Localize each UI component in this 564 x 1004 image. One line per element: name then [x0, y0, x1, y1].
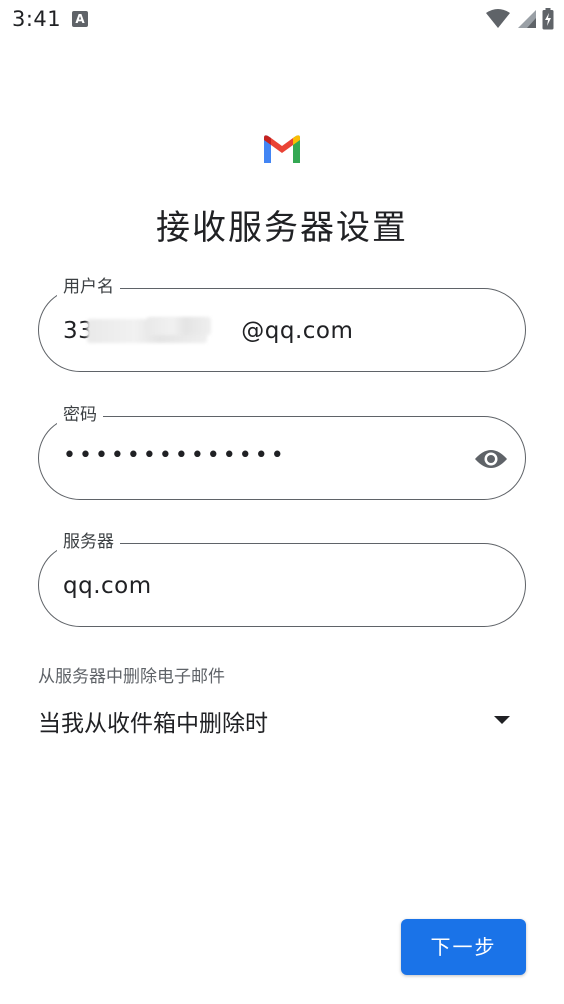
- status-icons: [486, 8, 554, 30]
- status-time: 3:41: [12, 7, 62, 31]
- redaction-mask: [147, 317, 211, 335]
- notification-icon: A: [72, 11, 88, 27]
- password-value[interactable]: ••••••••••••••: [63, 414, 287, 498]
- battery-charging-icon: [542, 8, 554, 30]
- eye-icon: [475, 450, 507, 468]
- show-password-button[interactable]: [473, 441, 509, 477]
- cell-signal-icon: [518, 10, 536, 28]
- dropdown-arrow-icon: [494, 716, 510, 724]
- username-field[interactable]: 用户名 33 @qq.com: [38, 275, 526, 372]
- delete-policy-caption: 从服务器中删除电子邮件: [38, 667, 225, 687]
- server-value[interactable]: qq.com: [63, 544, 152, 628]
- delete-policy-dropdown[interactable]: 当我从收件箱中删除时: [38, 700, 526, 744]
- next-button[interactable]: 下一步: [401, 919, 526, 975]
- server-field[interactable]: 服务器 qq.com: [38, 530, 526, 628]
- delete-policy-value: 当我从收件箱中删除时: [38, 711, 268, 737]
- page-title: 接收服务器设置: [156, 208, 408, 248]
- password-field[interactable]: 密码 ••••••••••••••: [38, 403, 526, 500]
- status-bar: 3:41 A: [0, 0, 564, 40]
- username-suffix: @qq.com: [241, 318, 354, 344]
- gmail-logo-icon: [264, 135, 300, 163]
- wifi-icon: [486, 9, 510, 28]
